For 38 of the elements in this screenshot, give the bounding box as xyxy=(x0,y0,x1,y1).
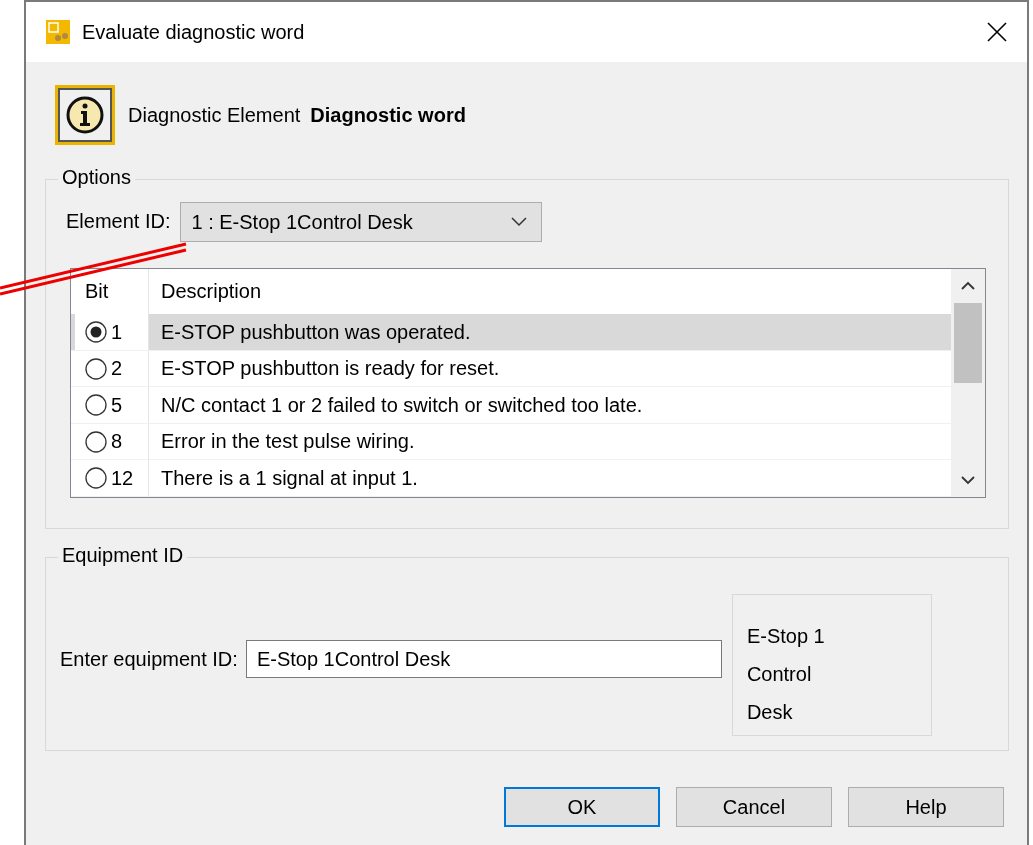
radio-button[interactable] xyxy=(85,430,107,453)
equipment-id-field[interactable]: E-Stop 1Control Desk xyxy=(245,640,722,678)
table-cell: E-STOP pushbutton is ready for reset. xyxy=(161,357,500,381)
table-cell: E-STOP pushbutton was operated. xyxy=(161,320,471,344)
preview-text: Desk xyxy=(746,700,794,725)
bit-number: 8 xyxy=(111,430,123,454)
element-id-dropdown[interactable]: 1 : E-Stop 1Control Desk xyxy=(180,202,543,242)
bit-number: 1 xyxy=(111,320,123,344)
scrollbar[interactable] xyxy=(951,269,985,497)
table-cell: Error in the test pulse wiring. xyxy=(161,430,415,454)
close-icon[interactable] xyxy=(986,21,1008,43)
info-icon xyxy=(54,84,116,146)
radio-button[interactable] xyxy=(85,394,107,417)
dialog-button[interactable]: OK xyxy=(504,787,660,827)
table-cell: There is a 1 signal at input 1. xyxy=(161,466,418,490)
column-header[interactable]: Bit xyxy=(85,280,109,304)
app-icon xyxy=(46,20,70,44)
element-id-label: Element ID: xyxy=(66,210,171,233)
scroll-up-icon[interactable] xyxy=(961,281,975,291)
chevron-down-icon[interactable] xyxy=(511,217,528,227)
group-title: Equipment ID xyxy=(58,544,188,567)
table-cell: N/C contact 1 or 2 failed to switch or switched too late. xyxy=(161,393,643,417)
radio-button[interactable] xyxy=(85,321,107,344)
radio-button[interactable] xyxy=(85,357,107,380)
preview-text: E-Stop 1 xyxy=(746,624,826,649)
equipment-id-label: Enter equipment ID: xyxy=(60,648,238,671)
scroll-down-icon[interactable] xyxy=(961,475,975,485)
bit-number: 5 xyxy=(111,393,123,417)
diagnostic-element-label: Diagnostic Element Diagnostic word xyxy=(128,103,466,127)
preview-text: Control xyxy=(746,662,813,687)
window-title: Evaluate diagnostic word xyxy=(82,20,306,44)
column-header[interactable]: Description xyxy=(161,280,262,304)
dialog-button[interactable]: Help xyxy=(848,787,1004,827)
bit-number: 2 xyxy=(111,357,123,381)
dialog-button[interactable]: Cancel xyxy=(676,787,832,827)
radio-button[interactable] xyxy=(85,467,107,490)
bit-number: 12 xyxy=(111,466,134,490)
group-title: Options xyxy=(58,166,135,189)
